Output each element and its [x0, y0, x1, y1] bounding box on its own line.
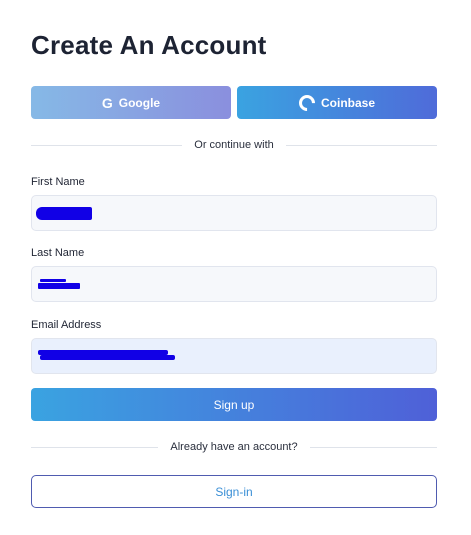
divider-line-left [31, 446, 159, 448]
or-continue-text: Or continue with [194, 139, 274, 151]
first-name-label: First Name [31, 176, 85, 188]
last-name-input[interactable] [31, 266, 437, 302]
already-have-account-text: Already have an account? [170, 441, 298, 453]
already-have-account-divider: Already have an account? [31, 441, 438, 453]
create-account-page: Create An Account G Google Coinbase Or c… [0, 0, 471, 535]
sign-in-button[interactable]: Sign-in [31, 475, 437, 508]
coinbase-icon [295, 91, 319, 114]
email-input[interactable] [31, 338, 437, 374]
or-continue-divider: Or continue with [31, 139, 438, 151]
divider-line-right [285, 144, 438, 146]
google-button[interactable]: G Google [31, 86, 231, 119]
coinbase-button[interactable]: Coinbase [237, 86, 437, 119]
divider-line-left [31, 144, 183, 146]
email-label: Email Address [31, 319, 102, 331]
oauth-buttons: G Google Coinbase [31, 86, 437, 119]
last-name-label: Last Name [31, 247, 85, 259]
google-icon: G [101, 94, 113, 111]
first-name-input[interactable] [31, 195, 437, 231]
google-button-label: Google [118, 95, 161, 110]
sign-up-button[interactable]: Sign up [31, 388, 437, 421]
divider-line-right [309, 446, 438, 448]
coinbase-button-label: Coinbase [320, 95, 375, 110]
page-title: Create An Account [31, 30, 267, 60]
